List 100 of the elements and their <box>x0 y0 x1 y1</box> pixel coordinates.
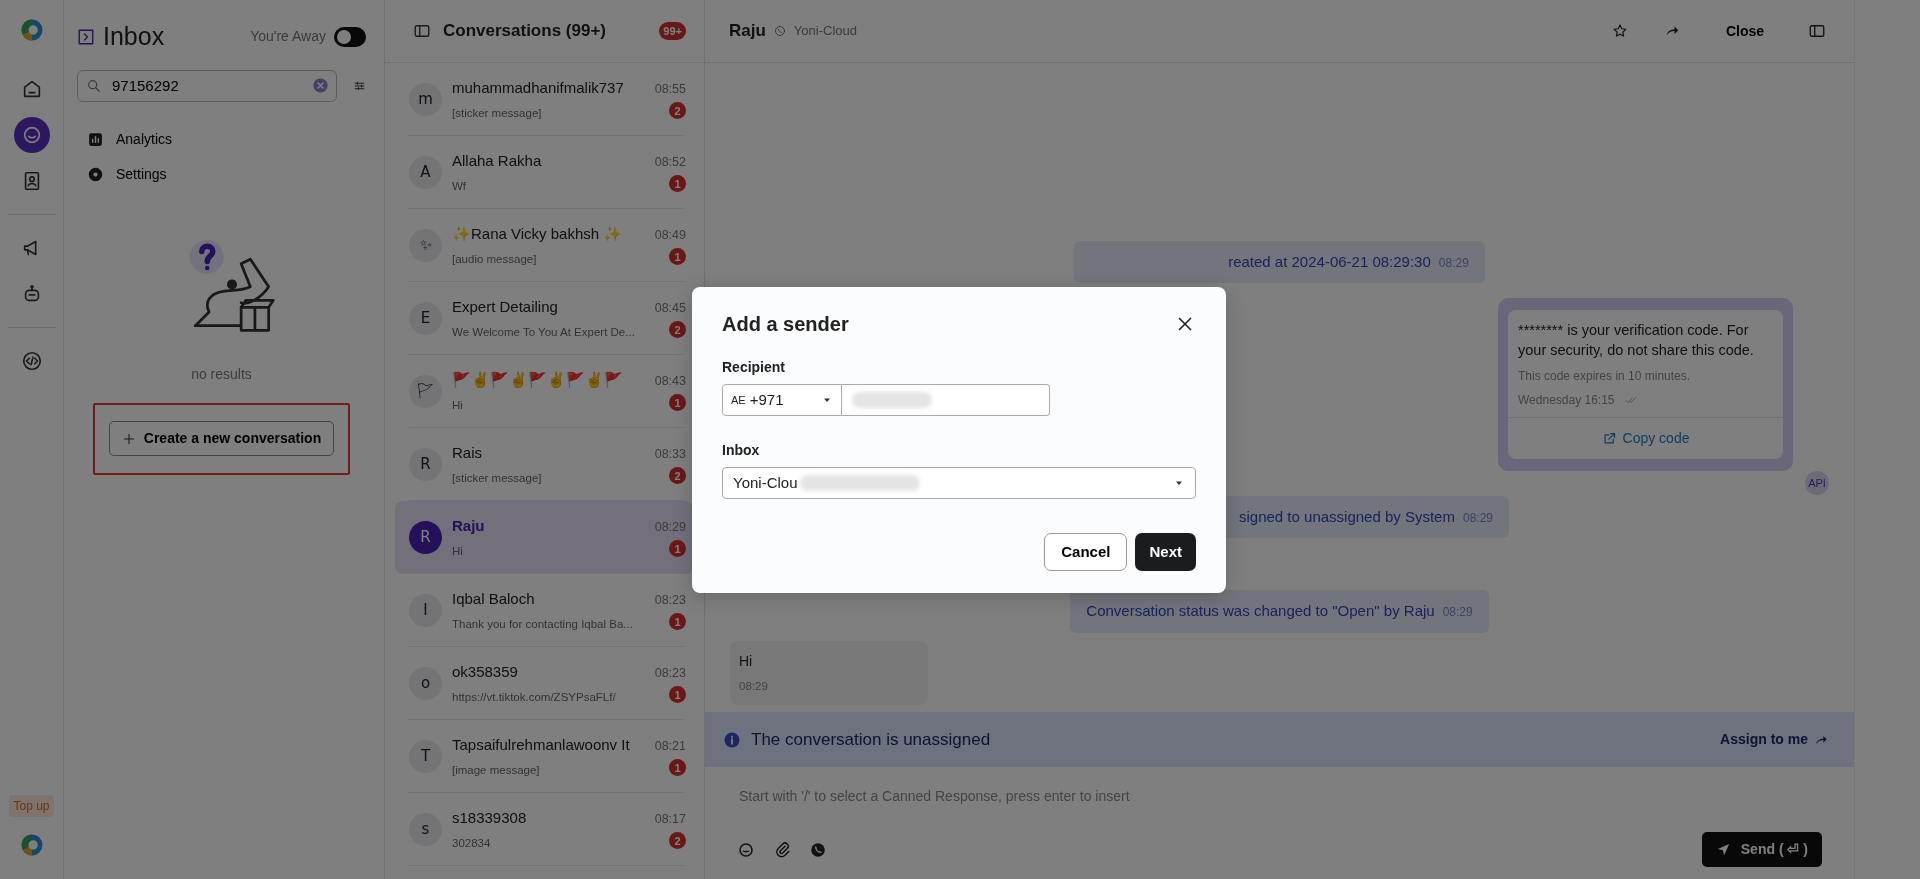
message-preview: Hi <box>452 397 464 413</box>
sender-avatar: API <box>1805 470 1829 495</box>
inbox-title: Inbox <box>103 21 165 52</box>
contact-name: muhammadhanifmalik737 <box>452 78 625 99</box>
message-preview: [image message] <box>452 762 541 778</box>
contact-name: Rais <box>452 443 483 464</box>
country-select[interactable]: AE +971 <box>722 384 842 416</box>
unread-badge: 1 <box>669 248 686 266</box>
message-preview: [sticker message] <box>452 105 543 121</box>
conversation-item[interactable]: A Allaha Rakha Wf 08:52 1 <box>395 136 694 209</box>
clear-icon[interactable] <box>312 76 329 94</box>
activity-text: reated at 2024-06-21 08:29:30 <box>1228 251 1431 272</box>
conversation-item[interactable]: o ok358359 https://vt.tiktok.com/ZSYPsaFLf/ 08:23 1 <box>395 647 694 720</box>
chat-nav-button[interactable] <box>13 117 50 153</box>
cancel-button[interactable]: Cancel <box>1044 532 1128 571</box>
message-preview: 302834 <box>452 835 492 851</box>
timestamp: 08:49 <box>654 226 686 244</box>
expand-icon[interactable] <box>77 27 95 46</box>
timestamp: 08:23 <box>654 591 686 609</box>
timestamp: 08:29 <box>1462 509 1493 527</box>
contact-name: Iqbal Baloch <box>452 589 536 610</box>
unread-badge: 1 <box>669 540 686 558</box>
next-button[interactable]: Next <box>1135 532 1196 571</box>
contact-name: 🚩✌🚩✌🚩✌🚩✌🚩 <box>452 370 624 391</box>
timestamp: 08:23 <box>654 664 686 682</box>
timestamp: 08:33 <box>654 445 686 463</box>
search-field[interactable]: 97156292 <box>77 69 337 102</box>
analytics-icon <box>87 130 104 148</box>
timestamp: 08:29 <box>654 518 686 536</box>
conversation-item[interactable]: T Tapsaifulrehmanlawoonv It [image message] 08:21 1 <box>395 720 694 793</box>
status-label: You're Away <box>250 27 326 47</box>
dialog-title: Add a sender <box>722 312 849 337</box>
channel-name: Yoni-Cloud <box>793 22 857 41</box>
activity-text: signed to unassigned by System <box>1239 506 1455 527</box>
timestamp: 08:45 <box>654 299 686 317</box>
timestamp: 08:17 <box>654 810 686 828</box>
external-link-icon <box>1601 430 1617 446</box>
message-preview: https://vt.tiktok.com/ZSYPsaFLf/ <box>452 689 617 705</box>
availability-toggle[interactable] <box>334 26 366 47</box>
message-footer: This code expires in 10 minutes. <box>1508 360 1783 385</box>
contact-name: Expert Detailing <box>452 297 559 318</box>
close-button[interactable]: Close <box>1717 16 1772 46</box>
copy-code-button[interactable]: Copy code <box>1508 416 1783 459</box>
contact-name: Raju <box>729 20 766 43</box>
assign-button[interactable]: Assign to me <box>1714 728 1836 751</box>
empty-message: no results <box>190 364 253 384</box>
menu-item[interactable]: Settings <box>77 156 177 192</box>
unread-badge: 1 <box>669 686 686 704</box>
contact-name: Tapsaifulrehmanlawoonv It <box>452 735 631 756</box>
avatar: 🚩 <box>409 375 442 408</box>
contact-name: ok358359 <box>452 662 519 683</box>
avatar: T <box>409 740 442 773</box>
contact-name: ✨Rana Vicky bakhsh ✨ <box>452 224 624 245</box>
conversation-item[interactable]: I Iqbal Baloch Thank you for contacting Iqbal Ba... 08:23 1 <box>395 574 694 647</box>
conversation-item[interactable]: E Expert Detailing We Welcome To You At Expert De... 08:45 2 <box>395 282 694 355</box>
plus-icon <box>121 431 136 446</box>
info-icon <box>723 730 741 749</box>
panel-toggle-icon[interactable] <box>1808 22 1826 40</box>
star-icon[interactable] <box>1611 23 1628 39</box>
conversation-item[interactable]: R Raju Hi 08:29 1 <box>395 501 694 574</box>
whatsapp-button[interactable] <box>809 840 827 859</box>
settings-icon <box>87 165 104 183</box>
timestamp: 08:29 <box>1442 604 1473 622</box>
unread-badge: 2 <box>669 321 686 339</box>
avatar: s <box>409 813 442 846</box>
attachment-icon <box>773 840 791 859</box>
send-button[interactable]: Send ( ⏎ ) <box>1701 832 1822 867</box>
avatar: ✨ <box>409 229 442 262</box>
sidebar-toggle-icon[interactable] <box>413 22 431 40</box>
code-icon <box>20 350 43 372</box>
message-preview: [sticker message] <box>452 470 543 486</box>
timestamp: 08:55 <box>654 80 686 98</box>
message-preview: Hi <box>452 543 464 559</box>
list-title: Conversations (99+) <box>443 20 606 43</box>
timestamp: 08:21 <box>654 737 686 755</box>
message-preview: [audio message] <box>452 251 538 267</box>
menu-item[interactable]: Analytics <box>77 121 183 157</box>
conversation-item[interactable]: m muhammadhanifmalik737 [sticker message] 08:55 2 <box>395 63 694 136</box>
contact-name: Allaha Rakha <box>452 151 543 172</box>
inbox-select[interactable]: Yoni-Clou <box>722 467 1196 499</box>
emoji-button[interactable] <box>737 840 755 859</box>
message-input[interactable]: Start with '/' to select a Canned Response, press enter to insert <box>737 785 1822 808</box>
message-preview: We Welcome To You At Expert De... <box>452 324 636 340</box>
banner-text: The conversation is unassigned <box>751 728 991 751</box>
message-preview: Wf <box>452 178 468 194</box>
contact-name: Raju <box>452 516 486 537</box>
message-preview: Thank you for contacting Iqbal Ba... <box>452 616 634 632</box>
avatar: I <box>409 594 442 627</box>
conversation-item[interactable]: s s18339308 302834 08:17 2 <box>395 793 694 866</box>
create-conversation-button[interactable]: Create a new conversation <box>108 421 335 456</box>
conversation-item[interactable]: ✨ ✨Rana Vicky bakhsh ✨ [audio message] 08:49 1 <box>395 209 694 282</box>
unread-badge: 1 <box>669 175 686 193</box>
unread-badge: 2 <box>669 467 686 485</box>
unread-badge: 1 <box>669 394 686 412</box>
unread-badge: 2 <box>669 102 686 120</box>
count-badge: 99+ <box>659 21 686 41</box>
phone-field[interactable] <box>842 384 1050 416</box>
attachment-button[interactable] <box>773 840 791 859</box>
timestamp: 08:43 <box>654 372 686 390</box>
message-text: Hi <box>739 651 754 671</box>
